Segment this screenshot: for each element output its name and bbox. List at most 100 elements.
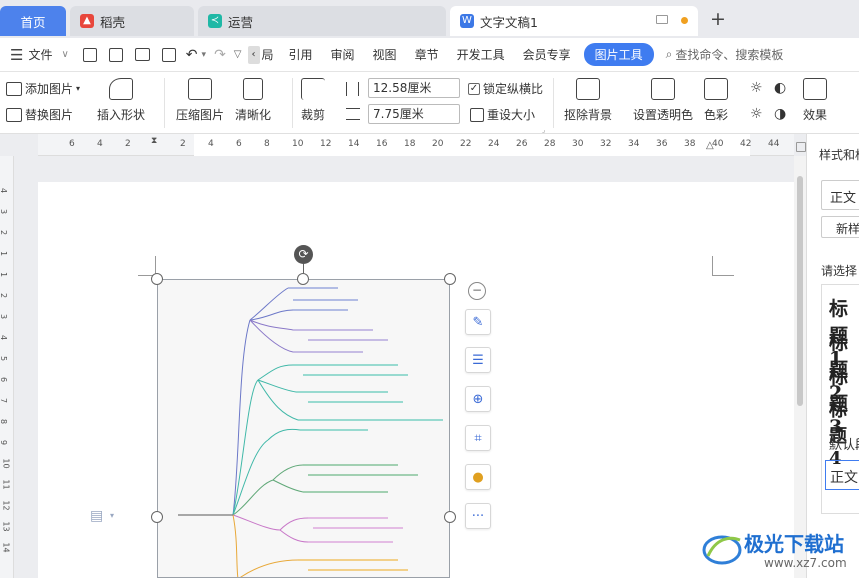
crop-image-icon[interactable]: ⌗ <box>465 425 491 451</box>
styles-panel: 样式和格式 正文 新样式 请选择 标题1 标题2 标题3 标题4 默认段落字体 … <box>806 134 859 578</box>
ribbon-divider <box>553 78 554 128</box>
set-transparent-button[interactable]: 设置透明色 <box>633 78 693 123</box>
ruler-number: 4 <box>0 335 8 340</box>
tab-yunying[interactable]: ≺ 运营 <box>198 6 446 36</box>
selected-image[interactable] <box>157 279 450 578</box>
redo-icon[interactable]: ↷ <box>214 47 226 63</box>
style-heading-4[interactable]: 标题4 <box>829 396 859 469</box>
zoom-image-icon[interactable]: ⊕ <box>465 386 491 412</box>
brightness-down-icon[interactable]: ☼ <box>750 106 763 122</box>
dialog-launcher-icon[interactable]: ⌟ <box>542 126 545 134</box>
horizontal-ruler: 6 4 2 ⧗ 2 4 6 8 10 12 14 16 18 20 22 24 26 28 30 32 34 36… <box>38 134 794 156</box>
style-default-font[interactable]: 默认段落字体 <box>829 434 859 453</box>
dropdown-arrow-icon: ▾ <box>76 84 81 93</box>
effects-button[interactable]: 效果 <box>803 78 827 123</box>
ruler-number: 38 <box>684 139 696 149</box>
menu-item-view[interactable]: 视图 <box>364 46 406 63</box>
ruler-number: 28 <box>544 139 556 149</box>
save-icon[interactable] <box>82 47 97 62</box>
export-pdf-icon[interactable] <box>108 47 123 62</box>
tab-picture-tools[interactable]: 图片工具 <box>583 43 654 66</box>
file-menu[interactable]: 文件 <box>23 46 61 63</box>
height-value: 7.75厘米 <box>373 107 424 121</box>
ruler-number: 1 <box>0 272 8 277</box>
search-icon: ⌕ <box>665 47 673 61</box>
ruler-number: 26 <box>516 139 528 149</box>
current-style-box[interactable]: 正文 <box>821 180 859 210</box>
resize-handle-top-left[interactable] <box>151 273 163 285</box>
crop-button[interactable]: 裁剪 <box>301 78 325 123</box>
smart-tips-icon[interactable]: ● <box>465 464 491 490</box>
undo-icon[interactable]: ↶ <box>186 47 198 63</box>
resize-handle-left[interactable] <box>151 511 163 523</box>
menu-item-partial[interactable]: 局 <box>260 46 280 63</box>
menu-item-developer[interactable]: 开发工具 <box>448 46 514 63</box>
sharpen-button[interactable]: 清晰化 <box>235 78 271 123</box>
resize-handle-right[interactable] <box>444 511 456 523</box>
print-preview-icon[interactable] <box>161 47 176 62</box>
height-icon <box>346 108 360 120</box>
replace-image-button[interactable]: 替换图片 <box>6 106 73 123</box>
choose-style-label: 请选择 <box>821 264 858 278</box>
reset-size-button[interactable]: 重设大小 <box>470 106 535 123</box>
resize-handle-top[interactable] <box>297 273 309 285</box>
remove-background-button[interactable]: 抠除背景 <box>564 78 612 123</box>
lock-ratio-label: 锁定纵横比 <box>483 82 544 96</box>
compress-image-button[interactable]: 压缩图片 <box>176 78 224 123</box>
reset-size-label: 重设大小 <box>487 108 536 122</box>
hamburger-menu-icon[interactable]: ☰ <box>10 46 23 64</box>
panel-toggle-icon[interactable] <box>796 142 806 152</box>
insert-shape-button[interactable]: 插入形状 <box>97 78 145 123</box>
contrast-up-icon[interactable]: ◐ <box>774 80 786 96</box>
ruler-number: 7 <box>0 398 8 403</box>
undo-dropdown-icon[interactable]: ▾ <box>202 50 207 60</box>
ruler-number: 2 <box>0 293 8 298</box>
ruler-number: 18 <box>404 139 416 149</box>
width-input[interactable]: 12.58厘米 <box>368 78 460 98</box>
command-search-input[interactable]: 查找命令、搜索模板 <box>675 46 783 63</box>
style-body-selected[interactable]: 正文 <box>825 460 859 490</box>
ruler-number: 8 <box>0 419 8 424</box>
menu-item-review[interactable]: 审阅 <box>322 46 364 63</box>
paragraph-layout-icon[interactable]: ▤ <box>90 508 103 524</box>
chevron-down-icon[interactable]: ∨ <box>61 49 68 60</box>
set-transparent-icon <box>651 78 675 100</box>
ruler-number: 16 <box>376 139 388 149</box>
collapse-toolbar-icon[interactable]: − <box>468 282 486 300</box>
ruler-number: 22 <box>460 139 472 149</box>
more-options-icon[interactable]: ··· <box>465 503 491 529</box>
color-button[interactable]: 色彩 <box>704 78 728 123</box>
monitor-icon <box>656 15 668 24</box>
tab-home[interactable]: 首页 <box>0 6 66 36</box>
quick-access-more-icon[interactable]: ▽ <box>234 49 242 60</box>
crop-label: 裁剪 <box>301 108 326 122</box>
new-tab-button[interactable]: + <box>710 8 726 30</box>
add-image-button[interactable]: 添加图片 ▾ <box>6 80 80 97</box>
menu-item-chapter[interactable]: 章节 <box>406 46 448 63</box>
crop-icon <box>301 78 325 100</box>
menu-item-member[interactable]: 会员专享 <box>514 46 580 63</box>
print-icon[interactable] <box>134 48 150 61</box>
menu-item-references[interactable]: 引用 <box>280 46 322 63</box>
set-transparent-label: 设置透明色 <box>633 108 694 122</box>
right-indent-marker-icon[interactable]: △ <box>706 140 714 151</box>
layout-options-icon[interactable]: ☰ <box>465 347 491 373</box>
scroll-left-icon[interactable]: ‹ <box>247 45 260 64</box>
resize-handle-top-right[interactable] <box>444 273 456 285</box>
new-style-label: 新样式 <box>836 222 859 236</box>
watermark-logo: 极光下载站 www.xz7.com <box>700 522 859 578</box>
lock-ratio-checkbox[interactable]: ✓ 锁定纵横比 <box>468 80 543 97</box>
ruler-number: 8 <box>264 139 270 149</box>
ruler-number: 4 <box>208 139 214 149</box>
edit-image-icon[interactable]: ✎ <box>465 309 491 335</box>
rotate-handle-icon[interactable]: ⟳ <box>294 245 313 264</box>
tab-daoke[interactable]: ▲ 稻壳 <box>70 6 194 36</box>
height-input[interactable]: 7.75厘米 <box>368 104 460 124</box>
brightness-up-icon[interactable]: ☼ <box>750 80 763 96</box>
chevron-down-icon[interactable]: ▾ <box>110 511 114 520</box>
scrollbar-thumb[interactable] <box>797 176 803 406</box>
contrast-down-icon[interactable]: ◑ <box>774 106 786 122</box>
vertical-scrollbar[interactable] <box>794 156 806 578</box>
tab-document[interactable]: W 文字文稿1 <box>450 6 698 36</box>
new-style-button[interactable]: 新样式 <box>821 216 859 238</box>
